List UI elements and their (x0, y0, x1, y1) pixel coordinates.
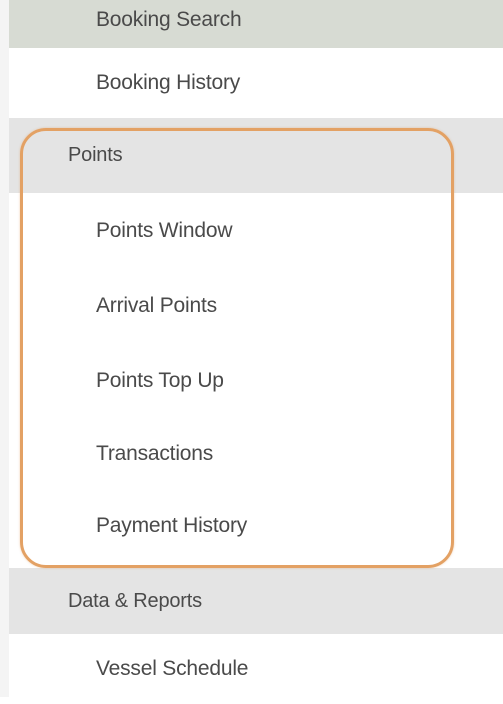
menu-item-transactions[interactable]: Transactions (9, 418, 503, 490)
side-navigation-menu: Booking Search Booking History Points Po… (0, 0, 503, 704)
menu-item-points-window[interactable]: Points Window (9, 193, 503, 268)
menu-section-points[interactable]: Points (9, 118, 503, 193)
menu-item-label: Points Top Up (96, 368, 224, 392)
menu-item-label: Payment History (96, 514, 248, 537)
menu-item-label: Points Window (96, 218, 233, 242)
section-label: Data & Reports (68, 589, 202, 612)
menu-item-label: Vessel Schedule (96, 657, 249, 680)
menu-item-booking-history[interactable]: Booking History (9, 48, 503, 118)
menu-item-label: Transactions (96, 442, 214, 465)
menu-item-label: Booking History (96, 71, 241, 94)
menu-item-label: Arrival Points (96, 293, 217, 317)
menu-item-booking-search[interactable]: Booking Search (9, 0, 503, 48)
section-label: Points (68, 144, 123, 166)
menu-item-arrival-points[interactable]: Arrival Points (9, 268, 503, 343)
menu-item-payment-history[interactable]: Payment History (9, 490, 503, 562)
menu-item-vessel-schedule[interactable]: Vessel Schedule (9, 634, 503, 704)
menu-item-label: Booking Search (96, 8, 242, 31)
menu-section-data-reports[interactable]: Data & Reports (9, 568, 503, 634)
menu-item-points-top-up[interactable]: Points Top Up (9, 343, 503, 418)
